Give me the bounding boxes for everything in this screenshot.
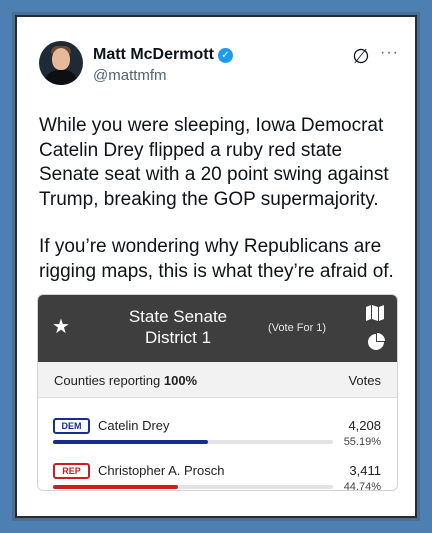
candidate-percent: 55.19% <box>343 436 381 448</box>
avatar[interactable] <box>39 41 83 85</box>
race-title-line-2: District 1 <box>144 328 212 347</box>
party-badge: DEM <box>53 418 90 434</box>
candidate-percent: 44.74% <box>343 481 381 491</box>
election-results-widget[interactable]: ★ State Senate District 1 (Vote For 1) C… <box>37 294 398 491</box>
tweet-card: Matt McDermott ✓ @mattmfm ∅ ··· While yo… <box>15 15 417 518</box>
screenshot-frame: Matt McDermott ✓ @mattmfm ∅ ··· While yo… <box>12 12 420 521</box>
author-handle[interactable]: @mattmfm <box>93 67 167 84</box>
more-options-icon[interactable]: ··· <box>380 43 402 63</box>
grok-icon[interactable]: ∅ <box>351 47 371 67</box>
verified-badge-icon: ✓ <box>217 47 233 63</box>
race-title-line-1: State Senate <box>128 307 228 326</box>
vote-for-label: (Vote For 1) <box>268 322 327 334</box>
candidate-votes: 3,411 <box>349 463 381 478</box>
candidate-name: Christopher A. Prosch <box>98 463 225 478</box>
avatar-shirt <box>44 70 78 85</box>
author-display-name[interactable]: Matt McDermott <box>93 46 214 64</box>
votes-column-header: Votes <box>348 373 381 388</box>
results-column-header: Counties reporting 100% Votes <box>38 362 397 398</box>
pie-chart-icon[interactable] <box>367 333 385 351</box>
star-icon[interactable]: ★ <box>52 317 72 337</box>
vote-share-bar <box>53 485 333 489</box>
candidate-row[interactable]: DEM Catelin Drey 4,208 55.19% <box>38 414 397 459</box>
tweet-text: While you were sleeping, Iowa Democrat C… <box>39 114 405 284</box>
race-header: ★ State Senate District 1 (Vote For 1) <box>38 295 397 362</box>
counties-reporting-pct: 100% <box>163 373 198 388</box>
map-icon[interactable] <box>365 305 385 321</box>
avatar-face <box>52 48 70 70</box>
candidate-votes: 4,208 <box>348 418 381 433</box>
vote-share-bar <box>53 440 333 444</box>
author-name-row[interactable]: Matt McDermott ✓ <box>93 46 233 64</box>
counties-reporting: Counties reporting 100% <box>54 373 197 388</box>
tweet-paragraph-1: While you were sleeping, Iowa Democrat C… <box>39 115 389 210</box>
candidate-name: Catelin Drey <box>98 418 170 433</box>
vote-share-bar-fill <box>53 485 179 489</box>
tweet-paragraph-2: If you’re wondering why Republicans are … <box>39 236 394 282</box>
race-title: State Senate District 1 <box>118 306 238 348</box>
vote-share-bar-fill <box>53 440 208 444</box>
candidate-row[interactable]: REP Christopher A. Prosch 3,411 44.74% <box>38 459 397 491</box>
counties-reporting-label: Counties reporting <box>54 373 161 388</box>
party-badge: REP <box>53 463 90 479</box>
